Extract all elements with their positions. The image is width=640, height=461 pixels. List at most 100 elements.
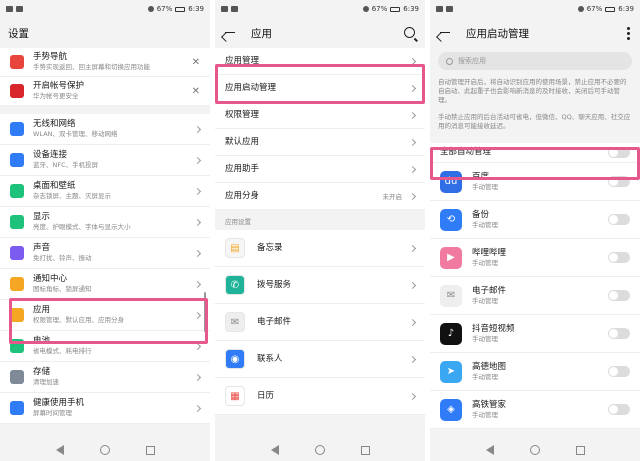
apps-menu: 应用管理 应用启动管理权限管理默认应用应用助手应用分身 未开启 xyxy=(215,48,425,210)
email-icon: ✉ xyxy=(440,284,462,307)
settings-item-subtitle: 图标角标、锁屏通知 xyxy=(33,285,92,293)
app-startup-item[interactable]: ♪ 抖音短视频 手动管理 xyxy=(430,315,640,353)
settings-item[interactable]: 电池 省电模式、耗电排行 xyxy=(0,331,210,362)
app-name: 电子邮件 xyxy=(472,285,507,296)
app-settings-item[interactable]: ◉ 联系人 xyxy=(215,341,425,378)
clock: 6:39 xyxy=(403,5,419,13)
chevron-right-icon xyxy=(408,57,417,65)
app-status: 手动管理 xyxy=(472,410,498,419)
back-arrow-icon[interactable] xyxy=(223,26,237,40)
app-name: 百度 xyxy=(472,171,490,182)
gesture-icon xyxy=(10,55,24,69)
chevron-right-icon xyxy=(408,392,417,400)
close-icon[interactable]: ✕ xyxy=(192,86,200,97)
apps-menu-item[interactable]: 默认应用 xyxy=(215,129,425,156)
baidu-icon: du xyxy=(440,170,462,193)
search-button[interactable] xyxy=(404,27,415,38)
search-icon xyxy=(404,27,415,38)
apps-menu-item[interactable]: 应用分身 未开启 xyxy=(215,183,425,210)
settings-item[interactable]: 应用 权限管理、默认应用、应用分身 xyxy=(0,300,210,331)
app-startup-item[interactable]: ✉ 电子邮件 手动管理 xyxy=(430,277,640,315)
close-icon[interactable]: ✕ xyxy=(192,57,200,68)
app-startup-item[interactable]: ▶ 哔哩哔哩 手动管理 xyxy=(430,239,640,277)
auto-manage-toggle[interactable] xyxy=(608,328,630,339)
auto-manage-all-toggle[interactable] xyxy=(608,147,630,158)
suggestion-item[interactable]: 开启帐号保护 华为帐号更安全 ✕ xyxy=(0,77,210,106)
nav-bar xyxy=(215,439,425,461)
settings-item[interactable]: 健康使用手机 屏幕时间管理 xyxy=(0,393,210,424)
search-input[interactable]: 搜索应用 xyxy=(438,52,632,70)
startup-manager-panel: 67% 6:39 应用启动管理 搜索应用 自动管理开启后，将自动识别应用的使用场景… xyxy=(430,0,640,461)
settings-item[interactable]: 声音 免打扰、铃声、振动 xyxy=(0,238,210,269)
auto-manage-toggle[interactable] xyxy=(608,404,630,415)
phone-icon: ✆ xyxy=(225,275,245,295)
nav-recent-icon[interactable] xyxy=(145,445,155,455)
chevron-right-icon xyxy=(408,192,417,200)
train-manager-icon: ◈ xyxy=(440,398,462,421)
more-button[interactable] xyxy=(627,27,630,40)
scrollbar[interactable] xyxy=(204,292,206,332)
nav-back-icon[interactable] xyxy=(485,445,494,455)
settings-item-title: 健康使用手机 xyxy=(33,398,85,408)
wifi-icon xyxy=(362,6,369,12)
settings-item-subtitle: 杂志锁屏、主题、灭屏显示 xyxy=(33,192,111,200)
auto-manage-all-row[interactable]: 全部自动管理 xyxy=(430,143,640,163)
settings-item[interactable]: 设备连接 蓝牙、NFC、手机投屏 xyxy=(0,145,210,176)
app-settings-item[interactable]: ▦ 日历 xyxy=(215,378,425,415)
wifi-icon xyxy=(10,122,24,136)
apps-menu-label: 权限管理 xyxy=(225,109,260,120)
notification-icon xyxy=(231,6,238,12)
nav-back-icon[interactable] xyxy=(270,445,279,455)
nav-recent-icon[interactable] xyxy=(360,445,370,455)
nav-recent-icon[interactable] xyxy=(575,445,585,455)
suggestion-item[interactable]: 手势导航 手势实现返回、回主屏幕和切换应用功能 ✕ xyxy=(0,48,210,77)
settings-item-title: 声音 xyxy=(33,243,51,253)
nav-home-icon[interactable] xyxy=(99,445,110,455)
chevron-right-icon xyxy=(408,244,417,252)
nav-home-icon[interactable] xyxy=(529,445,540,455)
auto-manage-toggle[interactable] xyxy=(608,214,630,225)
chevron-right-icon xyxy=(193,125,202,133)
description-manual: 手动禁止应用的后台活动可省电，但微信、QQ、聊天应用、社交应用的消息可能接收延迟… xyxy=(438,113,631,130)
settings-item[interactable]: 通知中心 图标角标、锁屏通知 xyxy=(0,269,210,300)
settings-item-subtitle: 蓝牙、NFC、手机投屏 xyxy=(33,161,99,169)
auto-manage-toggle[interactable] xyxy=(608,176,630,187)
settings-item-subtitle: 省电模式、耗电排行 xyxy=(33,347,92,355)
storage-icon xyxy=(10,370,24,384)
chevron-right-icon xyxy=(193,249,202,257)
apps-menu-item[interactable]: 应用管理 xyxy=(215,48,425,75)
settings-item-title: 应用 xyxy=(33,305,51,315)
chevron-right-icon xyxy=(408,318,417,326)
app-startup-item[interactable]: ⟲ 备份 手动管理 xyxy=(430,201,640,239)
nav-home-icon[interactable] xyxy=(314,445,325,455)
app-startup-item[interactable]: ◈ 高铁管家 手动管理 xyxy=(430,391,640,429)
app-name: 哔哩哔哩 xyxy=(472,247,507,258)
app-startup-item[interactable]: du 百度 手动管理 xyxy=(430,163,640,201)
app-settings-item[interactable]: ✉ 电子邮件 xyxy=(215,304,425,341)
app-name: 高德地图 xyxy=(472,361,507,372)
app-settings-item[interactable]: ✆ 拨号服务 xyxy=(215,267,425,304)
auto-manage-toggle[interactable] xyxy=(608,252,630,263)
app-settings-item[interactable]: ▤ 备忘录 xyxy=(215,230,425,267)
settings-item[interactable]: 无线和网络 WLAN、双卡管理、移动网络 xyxy=(0,114,210,145)
back-arrow-icon[interactable] xyxy=(438,26,452,40)
auto-manage-toggle[interactable] xyxy=(608,366,630,377)
app-startup-item[interactable]: ➤ 高德地图 手动管理 xyxy=(430,353,640,391)
chevron-right-icon xyxy=(193,404,202,412)
apps-menu-item[interactable]: 应用助手 xyxy=(215,156,425,183)
page-header: 设置 xyxy=(0,18,210,48)
douyin-icon: ♪ xyxy=(440,322,462,345)
apps-menu-item[interactable]: 权限管理 xyxy=(215,102,425,129)
settings-item[interactable]: 显示 亮度、护眼模式、字体与显示大小 xyxy=(0,207,210,238)
battery-level: 67% xyxy=(156,5,173,13)
wifi-icon xyxy=(147,6,154,12)
nav-bar xyxy=(0,439,210,461)
settings-item-title: 桌面和壁纸 xyxy=(33,181,76,191)
settings-item[interactable]: 存储 清理加速 xyxy=(0,362,210,393)
auto-manage-toggle[interactable] xyxy=(608,290,630,301)
apps-menu-label: 应用助手 xyxy=(225,163,260,174)
settings-item[interactable]: 桌面和壁纸 杂志锁屏、主题、灭屏显示 xyxy=(0,176,210,207)
apps-menu-item[interactable]: 应用启动管理 xyxy=(215,75,425,102)
nav-back-icon[interactable] xyxy=(55,445,64,455)
page-title: 应用启动管理 xyxy=(466,27,529,40)
